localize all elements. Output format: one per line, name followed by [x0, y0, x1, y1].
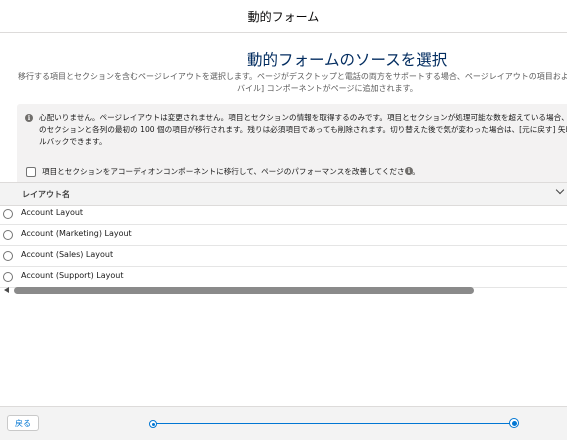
column-header-layout-name[interactable]: レイアウト名 [22, 189, 70, 200]
progress-step-2[interactable] [509, 418, 519, 428]
help-info-icon[interactable]: i [405, 167, 413, 175]
info-text: 心配いりません。ページレイアウトは変更されません。項目とセクションの情報を取得す… [39, 112, 567, 148]
layout-name: Account Layout [21, 208, 84, 217]
layout-name: Account (Support) Layout [21, 271, 124, 280]
modal-title: 動的フォーム [247, 10, 320, 24]
table-row[interactable]: Account Layout [0, 204, 567, 225]
accordion-checkbox[interactable] [26, 167, 36, 177]
info-line: ルバックできます。 [39, 137, 107, 146]
chevron-down-icon[interactable] [555, 185, 565, 195]
layout-name: Account (Sales) Layout [21, 250, 114, 259]
info-icon: i [25, 114, 33, 122]
layout-list: Account Layout Account (Marketing) Layou… [0, 204, 567, 288]
table-header: レイアウト名 [0, 182, 567, 206]
info-line: のセクションと各列の最初の 100 個の項目が移行されます。残りは必須項目であっ… [39, 125, 567, 134]
modal-content: 動的フォームのソースを選択 移行する項目とセクションを含むページレイアウトを選択… [0, 33, 567, 406]
back-button[interactable]: 戻る [7, 415, 39, 431]
horizontal-scrollbar[interactable] [0, 285, 567, 295]
info-box: i 心配いりません。ページレイアウトは変更されません。項目とセクションの情報を取… [17, 104, 567, 185]
radio-button[interactable] [3, 230, 13, 240]
scroll-left-arrow-icon[interactable] [4, 287, 9, 293]
modal-header: 動的フォーム [0, 0, 567, 33]
table-row[interactable]: Account (Sales) Layout [0, 246, 567, 267]
progress-step-1[interactable] [149, 420, 157, 428]
info-line: 心配いりません。ページレイアウトは変更されません。項目とセクションの情報を取得す… [39, 113, 567, 122]
progress-track [152, 423, 514, 424]
modal-footer: 戻る [0, 406, 567, 440]
description-line: バイル] コンポーネントがページに追加されます。 [237, 84, 418, 93]
page-heading: 動的フォームのソースを選択 [247, 51, 448, 69]
radio-button[interactable] [3, 251, 13, 261]
table-row[interactable]: Account (Marketing) Layout [0, 225, 567, 246]
description-line: 移行する項目とセクションを含むページレイアウトを選択します。ページがデスクトップ… [18, 72, 567, 81]
radio-button[interactable] [3, 272, 13, 282]
scrollbar-thumb[interactable] [14, 287, 474, 294]
radio-button[interactable] [3, 209, 13, 219]
layout-name: Account (Marketing) Layout [21, 229, 132, 238]
accordion-checkbox-label[interactable]: 項目とセクションをアコーディオンコンポーネントに移行して、ページのパフォーマンス… [42, 166, 420, 177]
